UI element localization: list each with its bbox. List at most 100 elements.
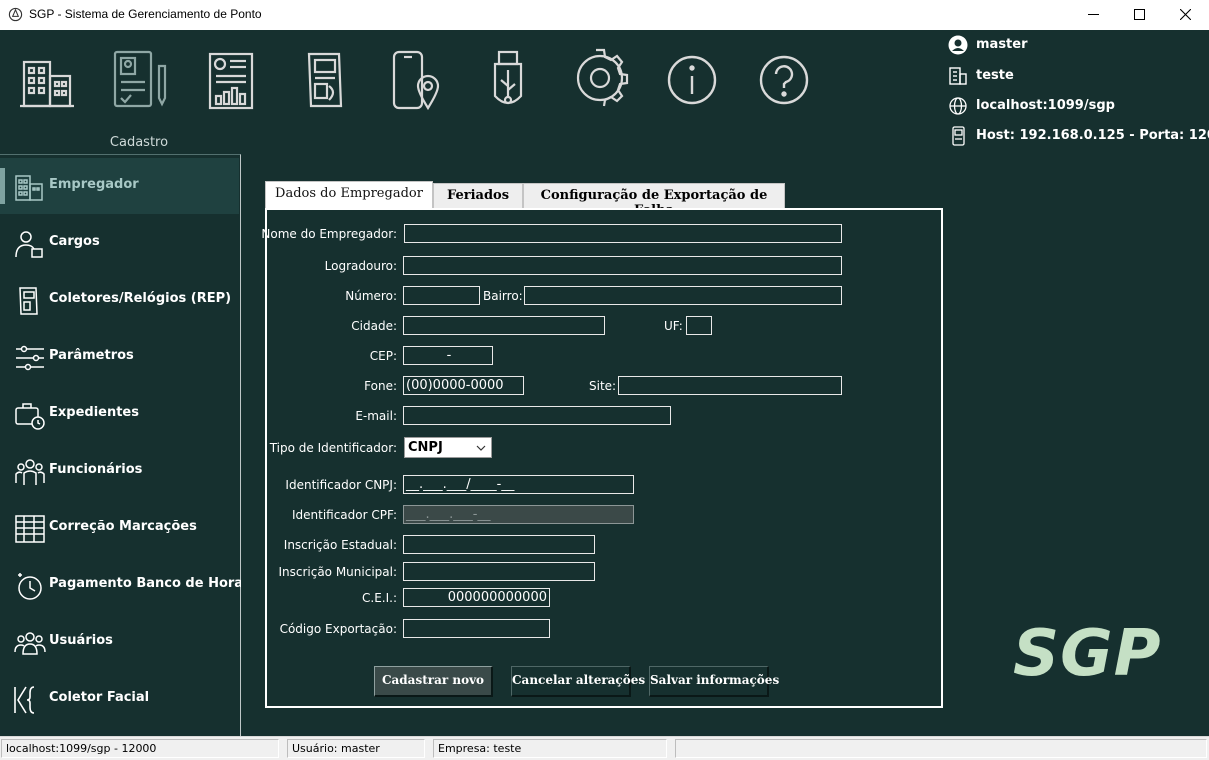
sliders-icon (16, 345, 44, 371)
help-icon (759, 55, 809, 105)
tipo-identificador-value: CNPJ (408, 440, 443, 455)
sidebar-item-coletor-facial[interactable]: Coletor Facial (0, 671, 239, 727)
minimize-icon (1088, 14, 1099, 15)
toolbar-info-button[interactable] (658, 48, 730, 148)
sidebar-item-expedientes[interactable]: Expedientes (0, 386, 239, 442)
tipo-identificador-label: Tipo de Identificador: (269, 441, 397, 455)
top-toolbar: Cadastro master teste localhost:1099/sgp… (0, 30, 1209, 154)
user-icon (948, 35, 968, 55)
logradouro-input[interactable] (403, 256, 842, 275)
usb-icon (493, 50, 523, 105)
status-server: localhost:1099/sgp - 12000 (1, 739, 279, 758)
sidebar-item-banco-horas[interactable]: Pagamento Banco de Horas (0, 557, 251, 613)
logradouro-label: Logradouro: (324, 259, 397, 273)
cei-input[interactable]: 000000000000 (403, 588, 550, 607)
toolbar-rep-button[interactable] (289, 48, 361, 148)
employees-icon (15, 459, 45, 485)
cnpj-label: Identificador CNPJ: (285, 478, 397, 492)
numero-label: Número: (345, 289, 397, 303)
gear-icon (576, 48, 629, 107)
employer-form-panel: Nome do Empregador: Logradouro: Número: … (261, 208, 943, 708)
app-logo-icon (8, 7, 23, 22)
bairro-input[interactable] (524, 286, 842, 305)
sidebar-item-coletores[interactable]: Coletores/Relógios (REP) (0, 272, 239, 328)
tab-exportacao-folha[interactable]: Configuração de Exportação de Folha (523, 183, 785, 218)
sidebar-item-empregador[interactable]: Empregador (0, 158, 239, 214)
building-icon (20, 60, 74, 108)
cei-label: C.E.I.: (362, 591, 397, 605)
inscricao-municipal-input[interactable] (403, 562, 595, 581)
codigo-exportacao-input[interactable] (403, 619, 550, 638)
toolbar-usb-button[interactable] (475, 48, 547, 148)
toolbar-cadastro-label: Cadastro (109, 135, 169, 150)
tipo-identificador-select[interactable]: CNPJ (404, 437, 492, 458)
cpf-label: Identificador CPF: (291, 508, 397, 522)
nome-label: Nome do Empregador: (261, 227, 397, 241)
numero-input[interactable] (403, 286, 480, 305)
close-icon (1180, 9, 1191, 20)
user-role-icon (15, 231, 43, 258)
cnpj-input[interactable]: __.___.___/____-__ (403, 475, 634, 494)
users-icon (14, 632, 46, 655)
cidade-label: Cidade: (351, 319, 397, 333)
sidebar: Empregador Cargos Coletores/Relógios (RE… (0, 154, 251, 736)
cep-input[interactable]: - (403, 346, 493, 365)
site-label: Site: (589, 379, 617, 393)
main-area: Dados do Empregador Feriados Configuraçã… (241, 154, 1209, 736)
close-button[interactable] (1163, 0, 1209, 30)
sidebar-item-funcionarios[interactable]: Funcionários (0, 443, 239, 499)
uf-input[interactable] (686, 316, 712, 335)
tab-dados-empregador[interactable]: Dados do Empregador (265, 181, 433, 209)
toolbar-cadastro-button[interactable]: Cadastro (103, 48, 175, 150)
toolbar-relatorios-button[interactable] (196, 48, 268, 148)
codigo-exportacao-label: Código Exportação: (279, 622, 397, 636)
info-icon (667, 55, 717, 105)
email-input[interactable] (403, 406, 671, 425)
sidebar-item-cargos[interactable]: Cargos (0, 215, 239, 271)
inscricao-municipal-label: Inscrição Municipal: (278, 565, 397, 579)
toolbar-help-button[interactable] (750, 48, 822, 148)
cadastrar-novo-button[interactable]: Cadastrar novo (374, 666, 493, 697)
status-user: Usuário: master (287, 739, 425, 758)
building-icon (15, 175, 43, 201)
email-label: E-mail: (355, 409, 397, 423)
clock-device-icon (307, 52, 343, 108)
briefcase-clock-icon (15, 403, 45, 430)
inscricao-estadual-label: Inscrição Estadual: (283, 538, 397, 552)
window-title: SGP - Sistema de Gerenciamento de Ponto (29, 7, 262, 21)
clock-device-icon (19, 287, 38, 315)
cpf-input: ___.___.___-__ (403, 505, 634, 524)
status-bar: localhost:1099/sgp - 12000 Usuário: mast… (0, 736, 1209, 760)
toolbar-empregador-button[interactable] (10, 48, 82, 148)
mobile-location-icon (392, 50, 440, 111)
sidebar-item-usuarios[interactable]: Usuários (0, 614, 239, 670)
timer-icon (18, 573, 42, 600)
status-company: Empresa: teste (433, 739, 667, 758)
sidebar-item-correcao[interactable]: Correção Marcações (0, 500, 239, 556)
tab-feriados[interactable]: Feriados (433, 183, 523, 208)
table-icon (15, 515, 45, 543)
sgp-logo: SGP (1013, 617, 1162, 691)
chevron-down-icon (476, 445, 486, 451)
minimize-button[interactable] (1071, 0, 1117, 30)
toolbar-settings-button[interactable] (566, 48, 638, 148)
maximize-icon (1134, 9, 1145, 20)
cancelar-alteracoes-button[interactable]: Cancelar alterações (511, 666, 645, 697)
active-indicator (0, 168, 5, 204)
fone-input[interactable]: (00)0000-0000 (403, 376, 524, 395)
cidade-input[interactable] (403, 316, 605, 335)
site-input[interactable] (618, 376, 842, 395)
face-scan-icon (14, 686, 35, 714)
status-extra (675, 739, 1207, 758)
building-small-icon (949, 67, 967, 85)
inscricao-estadual-input[interactable] (403, 535, 595, 554)
sidebar-item-parametros[interactable]: Parâmetros (0, 329, 239, 385)
salvar-informacoes-button[interactable]: Salvar informações (649, 666, 779, 697)
toolbar-mobile-button[interactable] (382, 48, 454, 148)
nome-input[interactable] (404, 224, 842, 243)
uf-label: UF: (664, 319, 683, 333)
cadastro-icon (113, 50, 167, 108)
bairro-label: Bairro: (483, 289, 523, 303)
maximize-button[interactable] (1117, 0, 1163, 30)
globe-icon (949, 97, 967, 115)
